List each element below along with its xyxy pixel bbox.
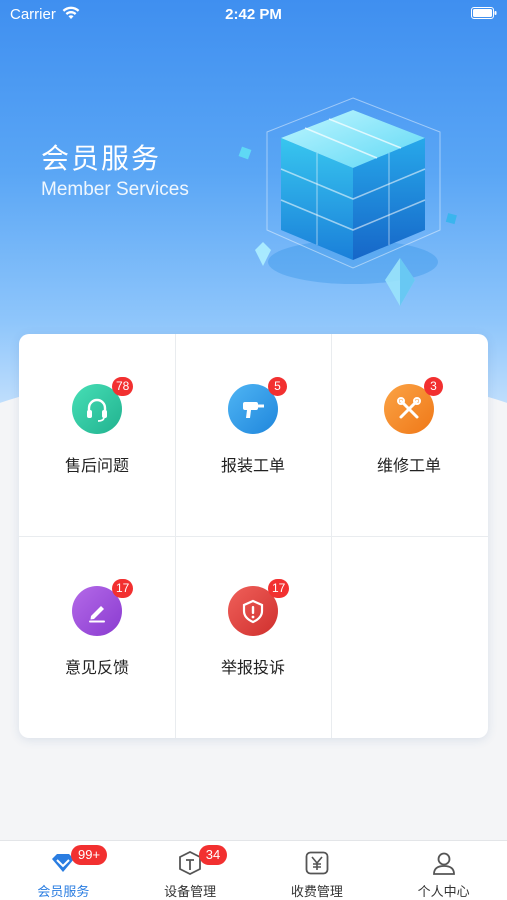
menu-label: 意见反馈 — [64, 658, 129, 677]
menu-badge: 3 — [424, 377, 443, 396]
cube-illustration — [238, 97, 457, 306]
menu-label: 报装工单 — [220, 456, 285, 475]
menu-label: 维修工单 — [376, 456, 441, 475]
menu-item-installation-order[interactable]: 5 报装工单 — [175, 334, 331, 536]
user-icon — [432, 852, 455, 875]
status-time: 2:42 PM — [225, 6, 282, 23]
tab-bar: 99+ 会员服务 34 设备管理 收费管理 个人中心 — [0, 840, 507, 900]
tab-label: 个人中心 — [417, 885, 470, 900]
tab-label: 设备管理 — [164, 885, 217, 900]
menu-item-after-sales[interactable]: 78 售后问题 — [19, 334, 175, 536]
menu-item-repair-order[interactable]: 3 维修工单 — [331, 334, 487, 536]
tab-badge: 99+ — [71, 845, 108, 865]
page-title: 会员服务 — [41, 142, 162, 175]
battery-icon — [471, 7, 497, 19]
service-menu-card: 78 售后问题 5 报装工单 3 维修工单 17 意见反馈 17 举报投诉 — [19, 334, 488, 738]
menu-badge: 17 — [112, 579, 134, 598]
tab-badge: 34 — [198, 845, 228, 865]
status-bar: Carrier 2:42 PM — [0, 0, 507, 30]
tab-personal-center[interactable]: 个人中心 — [380, 841, 507, 900]
tab-member-services[interactable]: 99+ 会员服务 — [0, 841, 127, 900]
page-subtitle: Member Services — [41, 179, 189, 200]
tab-billing-management[interactable]: 收费管理 — [254, 841, 381, 900]
menu-badge: 5 — [268, 377, 287, 396]
menu-label: 售后问题 — [64, 456, 129, 475]
menu-badge: 17 — [268, 579, 290, 598]
menu-label: 举报投诉 — [220, 658, 285, 677]
menu-item-feedback[interactable]: 17 意见反馈 — [19, 536, 175, 738]
menu-item-complaint[interactable]: 17 举报投诉 — [175, 536, 331, 738]
tab-label: 会员服务 — [37, 885, 90, 900]
menu-badge: 78 — [112, 377, 134, 396]
tab-device-management[interactable]: 34 设备管理 — [127, 841, 254, 900]
yuan-icon — [305, 851, 329, 875]
tab-label: 收费管理 — [290, 885, 343, 900]
